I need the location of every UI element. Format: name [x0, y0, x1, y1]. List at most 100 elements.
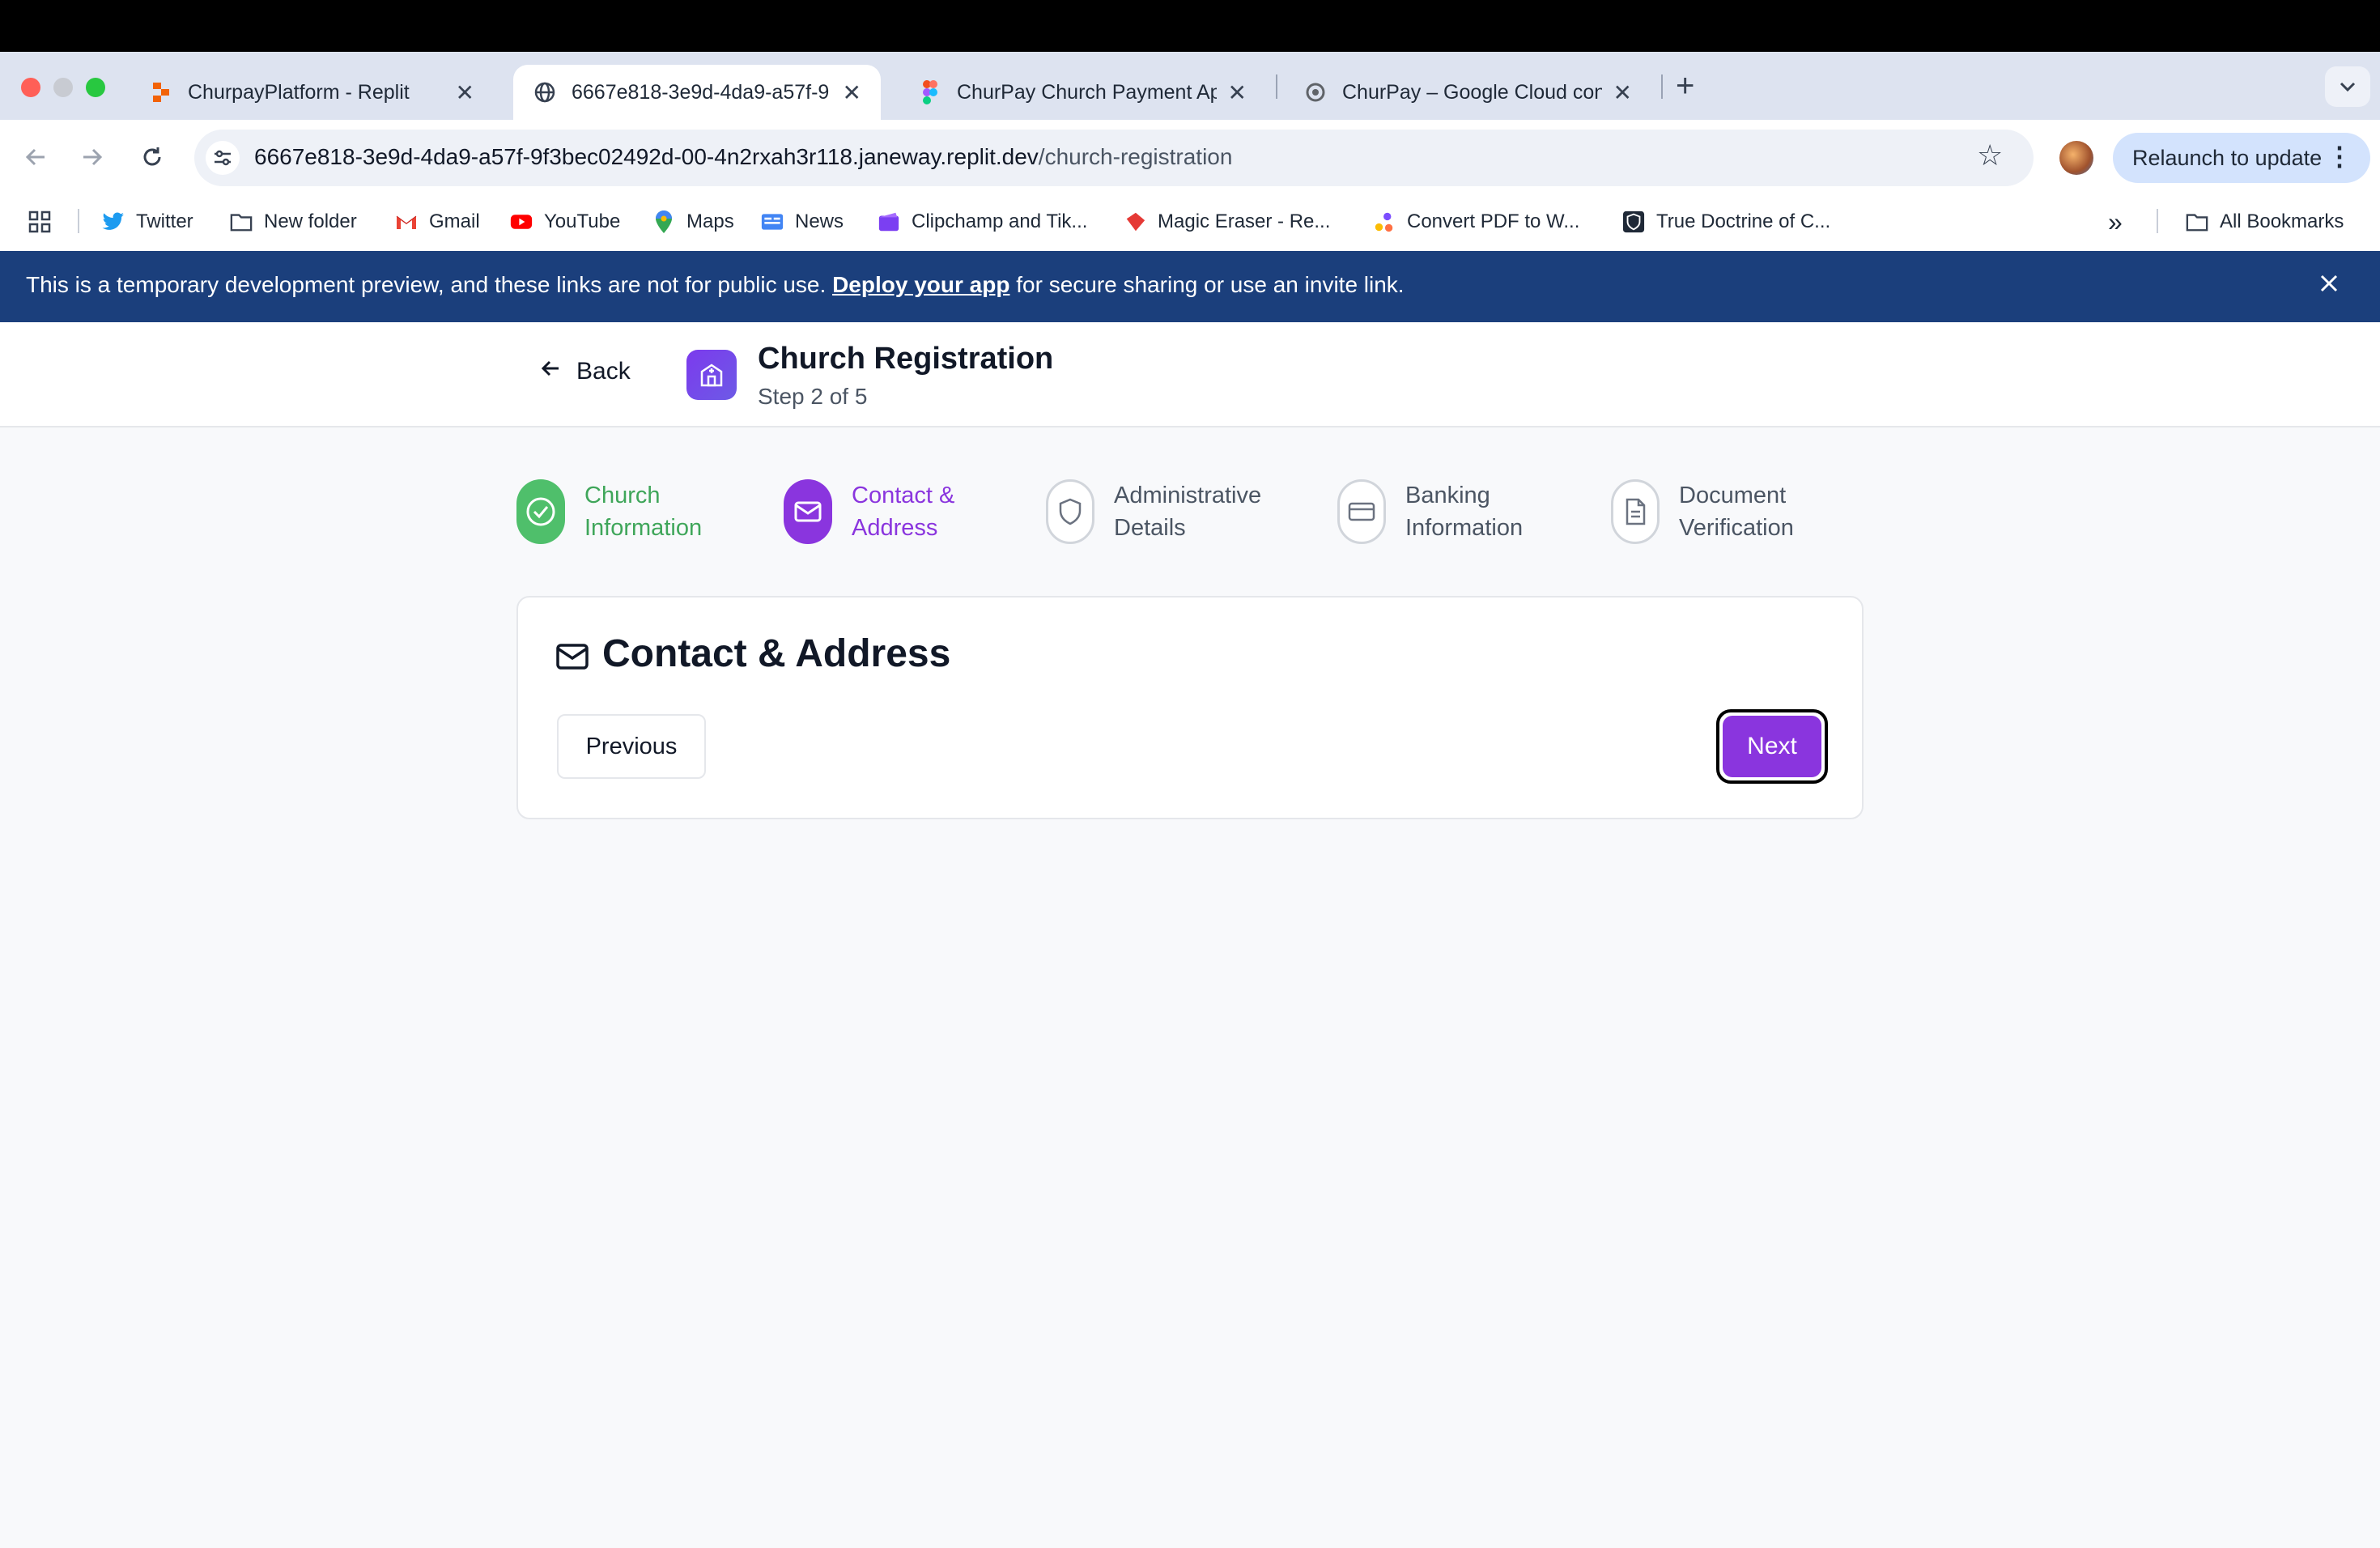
convert-pdf-icon	[1373, 211, 1396, 233]
folder-icon	[2186, 211, 2208, 233]
document-icon	[1611, 479, 1660, 544]
step-label-line: Administrative	[1114, 483, 1262, 508]
profile-avatar[interactable]	[2059, 141, 2093, 175]
bookmark-true-doctrine[interactable]: True Doctrine of C...	[1622, 206, 1830, 238]
step-church-information[interactable]: Church Information	[516, 479, 771, 544]
replit-icon	[149, 80, 173, 104]
browser-tab-replit[interactable]: ChurpayPlatform - Replit ✕	[130, 65, 494, 120]
previous-button[interactable]: Previous	[557, 714, 706, 779]
close-icon[interactable]: ✕	[456, 79, 474, 106]
step-label: Banking Information	[1405, 479, 1592, 544]
clipchamp-icon	[878, 211, 900, 233]
bookmark-star-icon[interactable]: ☆	[1977, 139, 2003, 172]
browser-tab-google-cloud[interactable]: ChurPay – Google Cloud cons ✕	[1284, 65, 1651, 120]
shield-bookmark-icon	[1622, 211, 1645, 233]
close-icon[interactable]: ✕	[1228, 79, 1247, 106]
tab-search-button[interactable]	[2325, 66, 2370, 107]
reload-button[interactable]	[131, 136, 173, 178]
bookmark-maps[interactable]: Maps	[652, 206, 734, 238]
next-button[interactable]: Next	[1716, 709, 1828, 784]
all-bookmarks-button[interactable]: All Bookmarks	[2186, 206, 2344, 238]
step-label: Church Information	[584, 479, 771, 544]
step-label-line: Details	[1114, 515, 1186, 541]
step-label-line: Information	[1405, 515, 1524, 541]
back-nav-button[interactable]	[15, 136, 57, 178]
browser-tab-preview[interactable]: 6667e818-3e9d-4da9-a57f-9 ✕	[513, 65, 881, 120]
bookmark-label: Twitter	[136, 211, 193, 232]
double-chevron-right-icon: »	[2108, 206, 2123, 236]
tab-title: ChurPay Church Payment App	[957, 80, 1217, 104]
step-label-line: Verification	[1679, 515, 1794, 541]
url-path: /church-registration	[1038, 144, 1233, 169]
deploy-app-link[interactable]: Deploy your app	[832, 272, 1009, 297]
tab-title: ChurPay – Google Cloud cons	[1342, 80, 1602, 104]
bookmark-label: News	[795, 211, 844, 232]
gmail-icon	[395, 211, 418, 233]
step-label: Administrative Details	[1114, 479, 1300, 544]
close-icon[interactable]: ✕	[1613, 79, 1632, 106]
banner-message: This is a temporary development preview,…	[26, 272, 1405, 298]
step-banking-information[interactable]: Banking Information	[1337, 479, 1592, 544]
browser-tab-figma[interactable]: ChurPay Church Payment App ✕	[899, 65, 1266, 120]
check-circle-icon	[516, 479, 565, 544]
step-label-line: Banking	[1405, 483, 1490, 508]
banner-text-after: for secure sharing or use an invite link…	[1009, 272, 1405, 297]
step-contact-address[interactable]: Contact & Address	[784, 479, 1038, 544]
step-label-line: Address	[852, 515, 938, 541]
news-icon	[761, 211, 784, 233]
forward-nav-button[interactable]	[71, 136, 113, 178]
bookmark-label: True Doctrine of C...	[1656, 211, 1831, 232]
back-label: Back	[576, 357, 631, 385]
next-button-label: Next	[1723, 716, 1821, 777]
bookmark-youtube[interactable]: YouTube	[510, 206, 620, 238]
apps-grid-icon	[28, 211, 51, 233]
bookmarks-overflow-button[interactable]: »	[2108, 206, 2123, 238]
bookmark-news[interactable]: News	[761, 206, 844, 238]
bookmark-magic-eraser[interactable]: Magic Eraser - Re...	[1124, 206, 1330, 238]
step-label: Contact & Address	[852, 479, 1038, 544]
minimize-window-button[interactable]	[53, 78, 73, 97]
shield-icon	[1046, 479, 1094, 544]
page-title: Church Registration	[758, 342, 1054, 376]
banner-close-button[interactable]	[2318, 269, 2340, 301]
bookmark-convert-pdf[interactable]: Convert PDF to W...	[1373, 206, 1579, 238]
close-window-button[interactable]	[21, 78, 40, 97]
url-host: 6667e818-3e9d-4da9-a57f-9f3bec02492d-00-…	[254, 144, 1039, 169]
more-menu-icon[interactable]: ⋮	[2327, 141, 2352, 172]
bookmark-label: Magic Eraser - Re...	[1158, 211, 1331, 232]
tab-title: 6667e818-3e9d-4da9-a57f-9	[572, 80, 830, 104]
church-building-icon	[686, 350, 737, 400]
bookmark-label: New folder	[264, 211, 357, 232]
tune-icon	[215, 150, 231, 166]
bookmark-twitter[interactable]: Twitter	[102, 206, 193, 238]
banner-text-before: This is a temporary development preview,…	[26, 272, 833, 297]
bookmark-separator	[78, 209, 79, 233]
url-text[interactable]: 6667e818-3e9d-4da9-a57f-9f3bec02492d-00-…	[254, 144, 1232, 170]
bookmark-gmail[interactable]: Gmail	[395, 206, 480, 238]
step-label-line: Document	[1679, 483, 1787, 508]
bookmark-new-folder[interactable]: New folder	[230, 206, 357, 238]
arrow-left-icon	[25, 148, 45, 166]
maps-icon	[652, 211, 675, 233]
bookmark-separator	[2157, 209, 2158, 233]
card-title: Contact & Address	[602, 632, 951, 675]
tab-separator	[1276, 74, 1277, 99]
youtube-icon	[510, 211, 533, 233]
back-button[interactable]: Back	[539, 356, 631, 386]
twitter-icon	[102, 211, 125, 233]
bookmark-label: Clipchamp and Tik...	[912, 211, 1088, 232]
new-tab-button[interactable]: +	[1676, 68, 1694, 104]
step-document-verification[interactable]: Document Verification	[1611, 479, 1865, 544]
folder-icon	[230, 211, 253, 233]
step-administrative-details[interactable]: Administrative Details	[1046, 479, 1300, 544]
google-cloud-icon	[1303, 80, 1328, 104]
maximize-window-button[interactable]	[86, 78, 105, 97]
relaunch-button[interactable]: Relaunch to update ⋮	[2113, 133, 2370, 183]
close-icon[interactable]: ✕	[843, 79, 861, 106]
step-label-line: Contact &	[852, 483, 955, 508]
figma-icon	[918, 80, 942, 104]
arrow-left-icon	[539, 356, 562, 386]
bookmark-clipchamp[interactable]: Clipchamp and Tik...	[878, 206, 1087, 238]
site-info-button[interactable]	[206, 141, 240, 175]
apps-grid-button[interactable]	[28, 206, 52, 238]
